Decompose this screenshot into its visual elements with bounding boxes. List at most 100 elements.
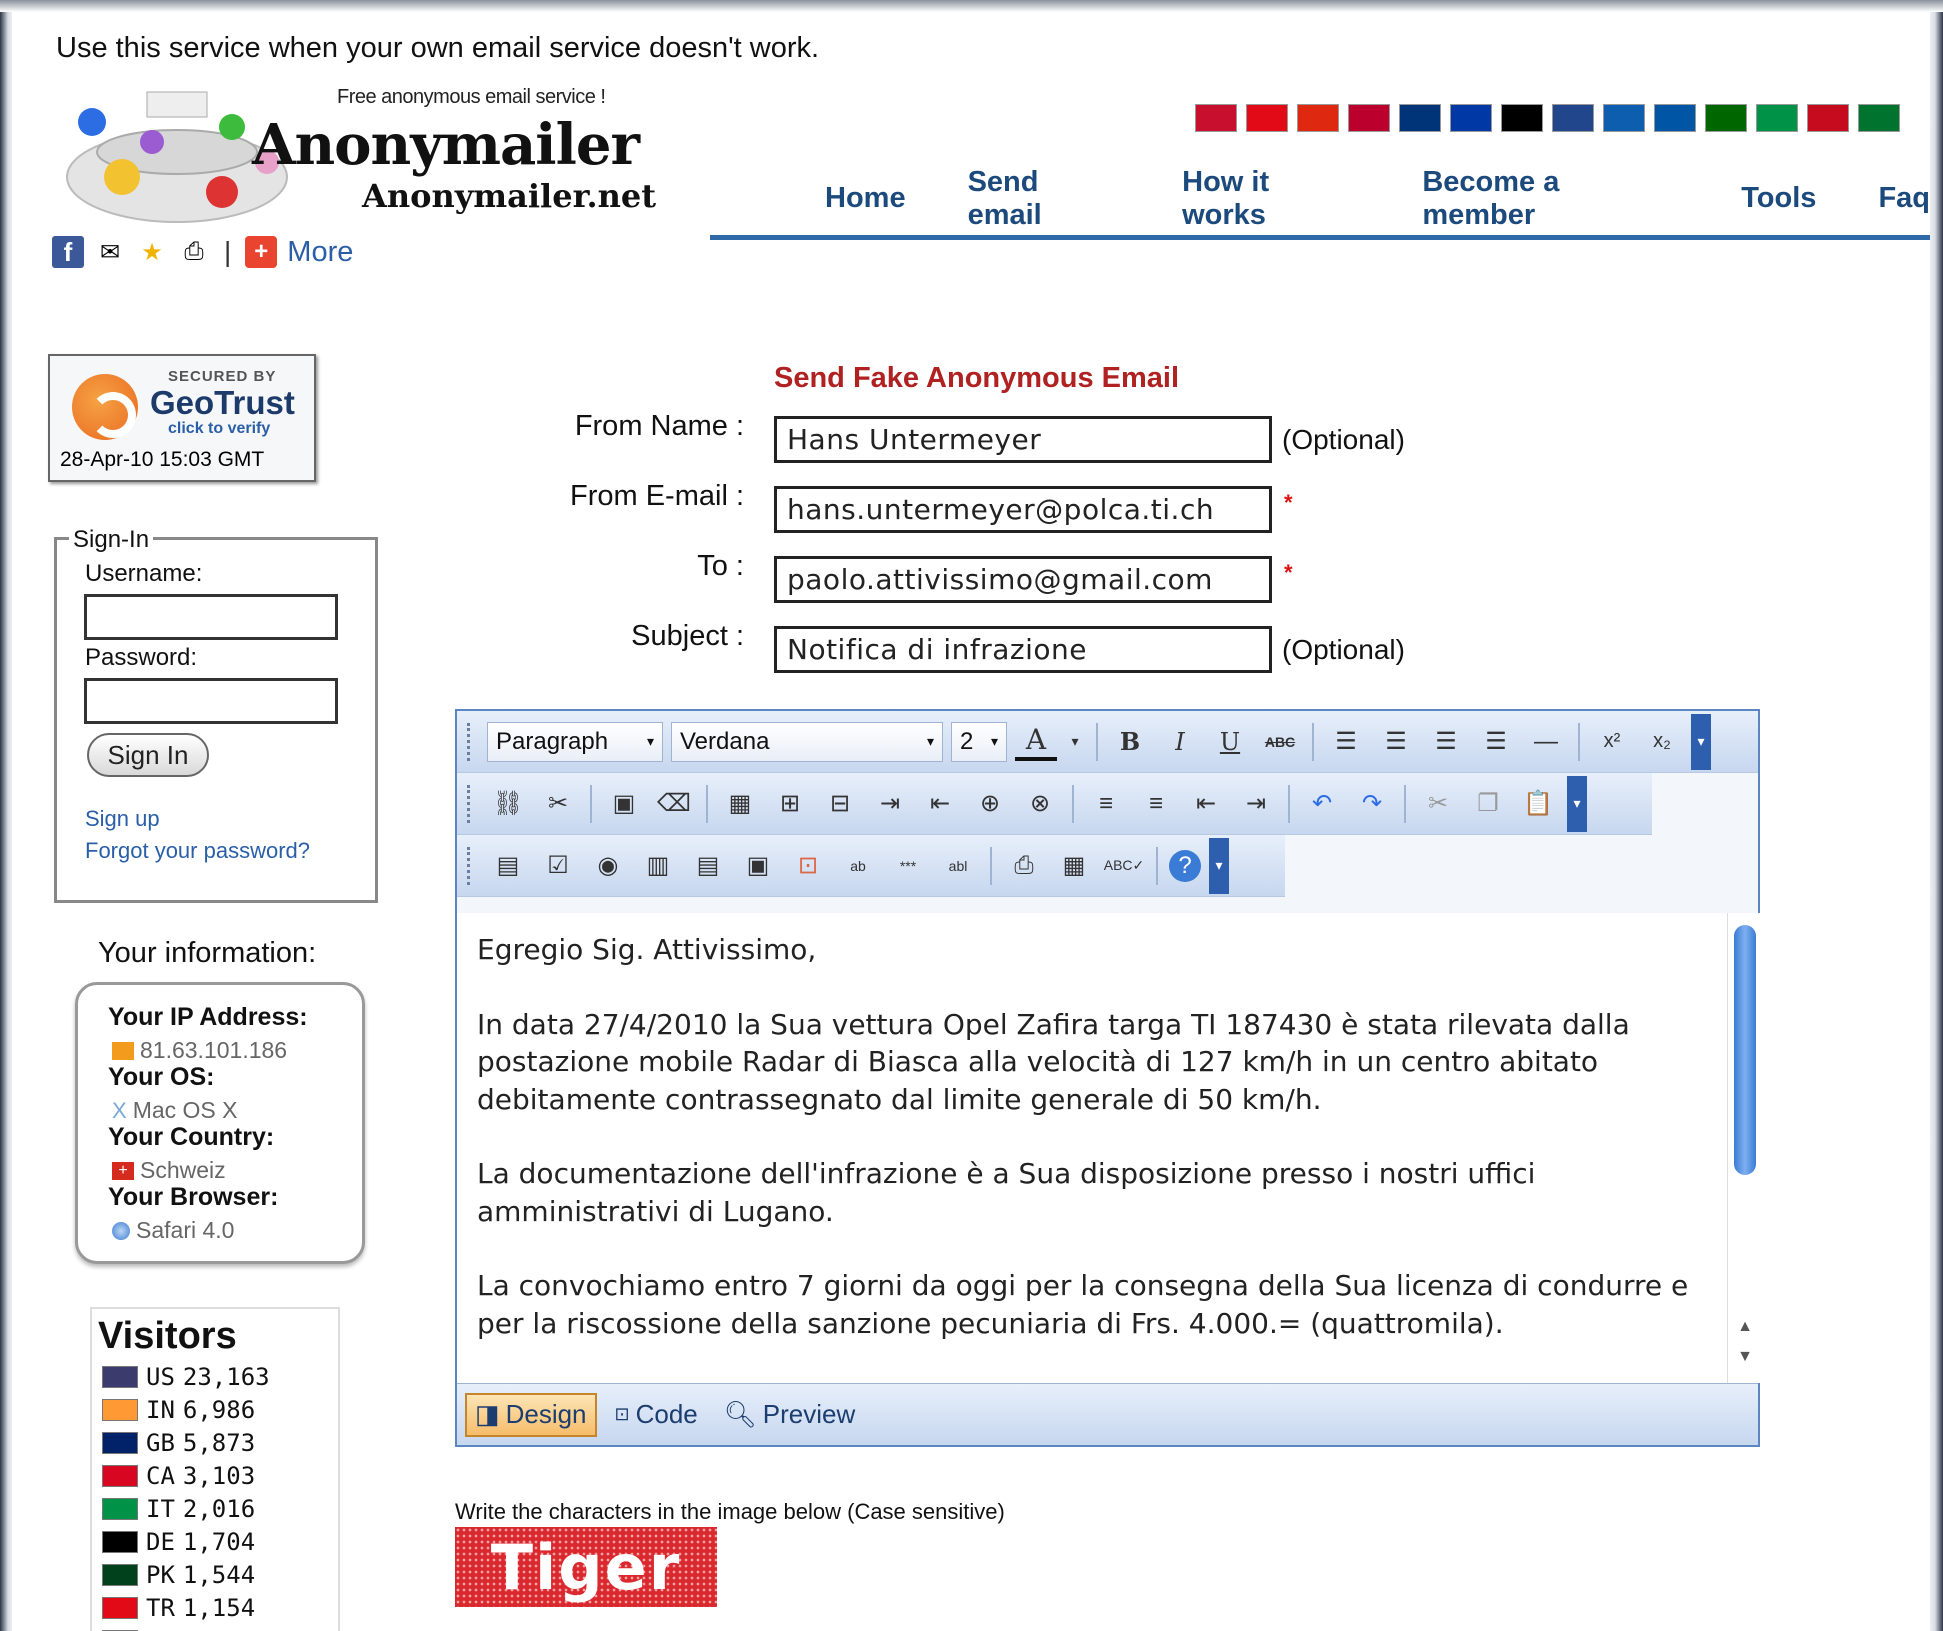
toolbar-grip[interactable]: [467, 846, 473, 885]
language-flag-icon[interactable]: [1858, 104, 1900, 132]
to-input[interactable]: [774, 556, 1272, 603]
help-icon[interactable]: ?: [1169, 849, 1201, 882]
username-input[interactable]: [84, 594, 338, 640]
align-center-icon[interactable]: ☰: [1375, 721, 1417, 763]
language-flag-icon[interactable]: [1195, 104, 1237, 132]
favorite-star-icon[interactable]: ★: [136, 236, 168, 268]
undo-icon[interactable]: ↶: [1301, 783, 1343, 825]
merge-cells-icon[interactable]: ⊕: [969, 783, 1011, 825]
textarea-icon[interactable]: ▥: [637, 845, 679, 887]
email-icon[interactable]: ✉: [94, 236, 126, 268]
unordered-list-icon[interactable]: ≡: [1135, 783, 1177, 825]
more-plus-icon[interactable]: +: [245, 236, 278, 268]
redo-icon[interactable]: ↷: [1351, 783, 1393, 825]
toolbar-expand-icon[interactable]: ▾: [1567, 775, 1587, 832]
italic-icon[interactable]: I: [1159, 721, 1201, 763]
strikethrough-icon[interactable]: ABC: [1259, 721, 1301, 763]
underline-icon[interactable]: U: [1209, 721, 1251, 763]
select-all-icon[interactable]: ▦: [1053, 845, 1095, 887]
superscript-icon[interactable]: x²: [1591, 721, 1633, 763]
language-flag-icon[interactable]: [1246, 104, 1288, 132]
hidden-field-icon[interactable]: abl: [937, 845, 979, 887]
more-link[interactable]: More: [287, 236, 353, 269]
copy-icon[interactable]: ❐: [1467, 783, 1509, 825]
language-flag-icon[interactable]: [1348, 104, 1390, 132]
site-logo[interactable]: Free anonymous email service ! Anonymail…: [52, 82, 656, 232]
paste-icon[interactable]: 📋: [1517, 783, 1559, 825]
scrollbar-thumb[interactable]: [1734, 925, 1756, 1175]
language-flag-icon[interactable]: [1450, 104, 1492, 132]
subject-input[interactable]: [774, 626, 1272, 673]
nav-become-member[interactable]: Become a member: [1422, 166, 1679, 232]
preview-mode-button[interactable]: 🔍︎ Preview: [716, 1393, 864, 1437]
size-select[interactable]: 2 ▾: [951, 721, 1007, 762]
facebook-icon[interactable]: f: [52, 236, 84, 268]
toolbar-expand-icon[interactable]: ▾: [1691, 713, 1711, 770]
password-field-icon[interactable]: ***: [887, 845, 929, 887]
language-flag-icon[interactable]: [1297, 104, 1339, 132]
subscript-icon[interactable]: x₂: [1641, 721, 1683, 763]
ordered-list-icon[interactable]: ≡: [1085, 783, 1127, 825]
unlink-icon[interactable]: ✂: [537, 783, 579, 825]
cut-icon[interactable]: ✂: [1417, 783, 1459, 825]
from-name-input[interactable]: [774, 416, 1272, 463]
align-left-icon[interactable]: ☰: [1325, 721, 1367, 763]
delete-row-icon[interactable]: ⊟: [819, 783, 861, 825]
paragraph-select[interactable]: Paragraph ▾: [487, 721, 663, 762]
language-flag-icon[interactable]: [1603, 104, 1645, 132]
horizontal-rule-icon[interactable]: —: [1525, 721, 1567, 763]
eraser-icon[interactable]: ⌫: [653, 783, 695, 825]
geotrust-seal[interactable]: SECURED BY GeoTrust click to verify 28-A…: [48, 354, 316, 482]
language-flag-icon[interactable]: [1654, 104, 1696, 132]
nav-send-email[interactable]: Send email: [968, 166, 1121, 232]
print-icon[interactable]: ⎙: [178, 236, 210, 268]
signup-link[interactable]: Sign up: [85, 806, 160, 832]
language-flag-icon[interactable]: [1807, 104, 1849, 132]
insert-row-icon[interactable]: ⊞: [769, 783, 811, 825]
toolbar-grip[interactable]: [467, 722, 473, 761]
bold-icon[interactable]: B: [1109, 721, 1151, 763]
language-flag-icon[interactable]: [1399, 104, 1441, 132]
editor-scrollbar[interactable]: ▲ ▼: [1727, 913, 1760, 1383]
code-mode-button[interactable]: ⊡ Code: [607, 1393, 706, 1437]
design-mode-button[interactable]: ◨ Design: [465, 1392, 597, 1437]
password-input[interactable]: [84, 678, 338, 724]
print-icon[interactable]: ⎙: [1003, 845, 1045, 887]
forgot-password-link[interactable]: Forgot your password?: [85, 838, 310, 864]
split-cells-icon[interactable]: ⊗: [1019, 783, 1061, 825]
chevron-down-icon[interactable]: ▾: [1065, 721, 1085, 763]
nav-faq[interactable]: Faq: [1878, 182, 1930, 215]
scroll-down-icon[interactable]: ▼: [1734, 1343, 1756, 1371]
font-color-icon[interactable]: A: [1015, 723, 1057, 761]
nav-tools[interactable]: Tools: [1741, 182, 1816, 215]
language-flag-icon[interactable]: [1552, 104, 1594, 132]
align-right-icon[interactable]: ☰: [1425, 721, 1467, 763]
button-icon[interactable]: ⊡: [787, 845, 829, 887]
indent-icon[interactable]: ⇥: [1235, 783, 1277, 825]
justify-icon[interactable]: ☰: [1475, 721, 1517, 763]
nav-home[interactable]: Home: [825, 182, 906, 215]
language-flag-icon[interactable]: [1756, 104, 1798, 132]
listbox-icon[interactable]: ▤: [687, 845, 729, 887]
spellcheck-icon[interactable]: ABC✓: [1103, 845, 1145, 887]
editor-content[interactable]: Egregio Sig. Attivissimo, In data 27/4/2…: [457, 913, 1727, 1383]
toolbar-grip[interactable]: [467, 784, 473, 823]
font-select[interactable]: Verdana ▾: [671, 721, 943, 762]
insert-table-icon[interactable]: ▦: [719, 783, 761, 825]
delete-column-icon[interactable]: ⇤: [919, 783, 961, 825]
scroll-up-icon[interactable]: ▲: [1734, 1313, 1756, 1341]
checkbox-icon[interactable]: ☑: [537, 845, 579, 887]
language-flag-icon[interactable]: [1705, 104, 1747, 132]
image-button-icon[interactable]: ▣: [737, 845, 779, 887]
nav-how-it-works[interactable]: How it works: [1182, 166, 1360, 232]
toolbar-expand-icon[interactable]: ▾: [1209, 837, 1229, 894]
form-icon[interactable]: ▤: [487, 845, 529, 887]
text-field-icon[interactable]: ab: [837, 845, 879, 887]
radio-icon[interactable]: ◉: [587, 845, 629, 887]
insert-column-icon[interactable]: ⇥: [869, 783, 911, 825]
language-flag-icon[interactable]: [1501, 104, 1543, 132]
insert-image-icon[interactable]: ▣: [603, 783, 645, 825]
from-email-input[interactable]: [774, 486, 1272, 533]
signin-button[interactable]: Sign In: [87, 733, 209, 777]
link-icon[interactable]: ⛓: [487, 783, 529, 825]
